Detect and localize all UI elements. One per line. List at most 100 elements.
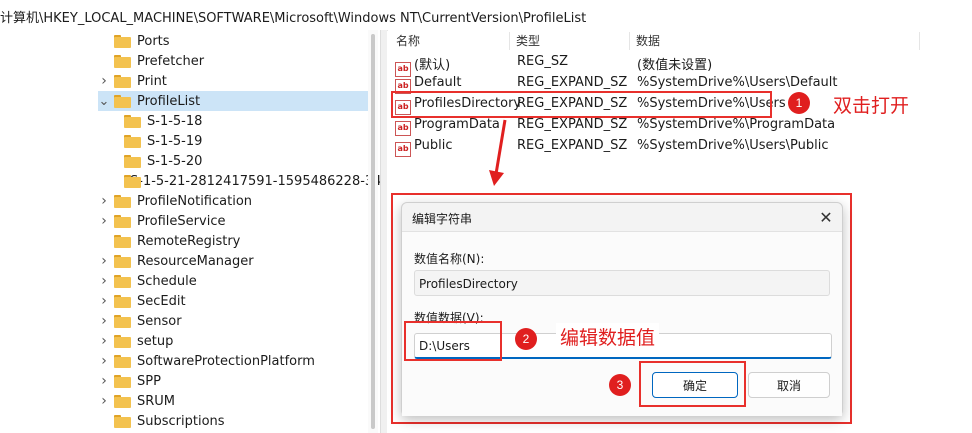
value-name: Default [414,75,462,90]
address-path: 计算机\HKEY_LOCAL_MACHINE\SOFTWARE\Microsof… [0,11,587,26]
tree-item-label: S-1-5-19 [147,133,203,149]
folder-icon [114,314,131,328]
value-name: Public [414,138,453,153]
registry-value-row[interactable]: ab ProgramData REG_EXPAND_SZ %SystemDrive%\… [388,115,928,136]
folder-icon [114,354,131,368]
tree-item[interactable]: › Print [98,71,368,91]
tree-item-label: SRUM [137,393,176,409]
tree-item[interactable]: › SRUM [98,391,368,411]
tree-item-label: SPP [137,373,161,389]
value-name-label: 数值名称(N): [414,252,485,266]
tree-item[interactable]: › ProfileNotification [98,191,368,211]
tree-item[interactable]: Prefetcher [98,51,368,71]
step-note-2: 编辑数据值 [556,323,660,350]
chevron-right-icon[interactable]: › [98,293,110,309]
value-type: REG_EXPAND_SZ [517,138,628,153]
tree-item[interactable]: ⌄ ProfileList [98,91,368,111]
tree-item-label: Print [137,73,167,89]
tree-item-label: Sensor [137,313,182,329]
value-data: %SystemDrive%\Users\Default [637,75,838,90]
value-name-field: ProfilesDirectory [414,270,830,296]
folder-icon [124,114,141,128]
chevron-right-icon[interactable]: › [98,373,110,389]
tree-item[interactable]: › SPP [98,371,368,391]
tree-item[interactable]: S-1-5-18 [124,111,368,131]
folder-icon [114,194,131,208]
chevron-right-icon[interactable]: › [98,353,110,369]
highlight-value-data [404,321,502,361]
chevron-right-icon[interactable]: › [98,273,110,289]
arrow-down-icon [489,119,507,186]
value-name-cell: ab ProgramData [395,117,500,136]
tree-item[interactable]: › ProfileService [98,211,368,231]
tree-item[interactable]: Ports [98,31,368,51]
pane-splitter[interactable] [380,30,387,433]
tree-item-label: ProfileList [137,93,201,109]
cancel-button[interactable]: 取消 [748,372,830,398]
tree-item[interactable]: S-1-5-20 [124,151,368,171]
chevron-right-icon[interactable]: › [98,393,110,409]
value-type: REG_EXPAND_SZ [517,117,628,132]
step-badge-2: 2 [515,328,537,350]
tree-item[interactable]: S-1-5-19 [124,131,368,151]
tree-scrollbar-thumb[interactable] [371,34,375,429]
folder-icon [114,414,131,428]
folder-icon [124,154,141,168]
folder-icon [114,374,131,388]
tree-item-label: setup [137,333,174,349]
tree-item[interactable]: Subscriptions [98,411,368,431]
chevron-right-icon[interactable]: › [98,253,110,269]
value-type: REG_EXPAND_SZ [517,75,628,90]
folder-icon [114,34,131,48]
registry-value-row[interactable]: ab Default REG_EXPAND_SZ %SystemDrive%\User… [388,73,928,94]
string-value-icon: ab [395,142,411,157]
dialog-title: 编辑字符串 [412,212,473,226]
tree-item[interactable]: › SoftwareProtectionPlatform [98,351,368,371]
tree-item[interactable]: S-1-5-21-2812417591-1595486228-34 [124,171,380,191]
folder-icon [114,394,131,408]
close-icon[interactable]: ✕ [816,207,836,227]
column-separator[interactable] [919,32,920,50]
tree-item[interactable]: RemoteRegistry [98,231,368,251]
registry-value-row[interactable]: ab (默认) REG_SZ (数值未设置) [388,52,928,77]
tree-item[interactable]: › SecEdit [98,291,368,311]
column-header-data[interactable]: 数据 [636,32,660,49]
value-name-cell: ab Public [395,138,452,157]
column-header-name[interactable]: 名称 [396,32,420,49]
registry-tree[interactable]: Ports Prefetcher › Print ⌄ ProfileList S-1-5-1… [0,30,380,433]
chevron-right-icon[interactable]: › [98,333,110,349]
folder-icon [114,74,131,88]
column-separator[interactable] [509,32,510,50]
column-header-type[interactable]: 类型 [516,32,540,49]
tree-item-label: SecEdit [137,293,186,309]
address-bar[interactable]: 计算机\HKEY_LOCAL_MACHINE\SOFTWARE\Microsof… [0,0,972,31]
chevron-right-icon[interactable]: › [98,313,110,329]
tree-item-label: Schedule [137,273,197,289]
step-note-1: 双击打开 [833,95,910,117]
tree-item-label: ResourceManager [137,253,254,269]
chevron-right-icon[interactable]: › [98,193,110,209]
tree-item[interactable]: › ResourceManager [98,251,368,271]
step-badge-3: 3 [609,374,631,396]
chevron-right-icon[interactable]: › [98,213,110,229]
folder-icon [114,274,131,288]
tree-item[interactable]: › setup [98,331,368,351]
tree-item[interactable]: › Sensor [98,311,368,331]
tree-item-label: S-1-5-21-2812417591-1595486228-34 [130,173,380,189]
tree-scrollbar[interactable] [368,30,378,433]
value-type: REG_SZ [517,54,568,69]
highlight-profiles-directory [391,91,772,118]
tree-item[interactable]: › Schedule [98,271,368,291]
column-separator[interactable] [629,32,630,50]
chevron-right-icon[interactable]: › [98,73,110,89]
tree-item-label: ProfileNotification [137,193,253,209]
value-data: %SystemDrive%\Users\Public [637,138,829,153]
tree-item-label: RemoteRegistry [137,233,241,249]
registry-value-row[interactable]: ab Public REG_EXPAND_SZ %SystemDrive%\Users… [388,136,928,157]
chevron-down-icon[interactable]: ⌄ [98,94,110,109]
folder-icon [114,334,131,348]
step-badge-1: 1 [788,92,810,114]
folder-icon [114,234,131,248]
